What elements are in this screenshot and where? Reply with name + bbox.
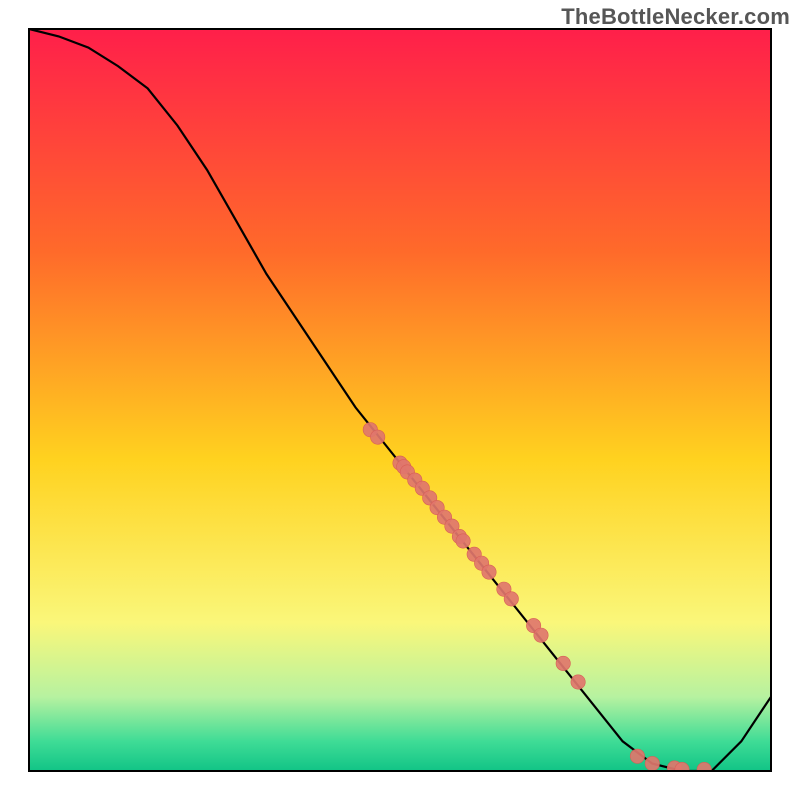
- bottleneck-chart: [0, 0, 800, 800]
- data-marker: [645, 756, 659, 770]
- data-marker: [371, 430, 385, 444]
- gradient-background: [29, 29, 771, 771]
- data-marker: [697, 762, 711, 776]
- data-marker: [630, 749, 644, 763]
- data-marker: [456, 534, 470, 548]
- data-marker: [675, 762, 689, 776]
- attribution-text: TheBottleNecker.com: [561, 4, 790, 30]
- data-marker: [504, 592, 518, 606]
- data-marker: [571, 675, 585, 689]
- data-marker: [482, 565, 496, 579]
- data-marker: [534, 628, 548, 642]
- data-marker: [556, 656, 570, 670]
